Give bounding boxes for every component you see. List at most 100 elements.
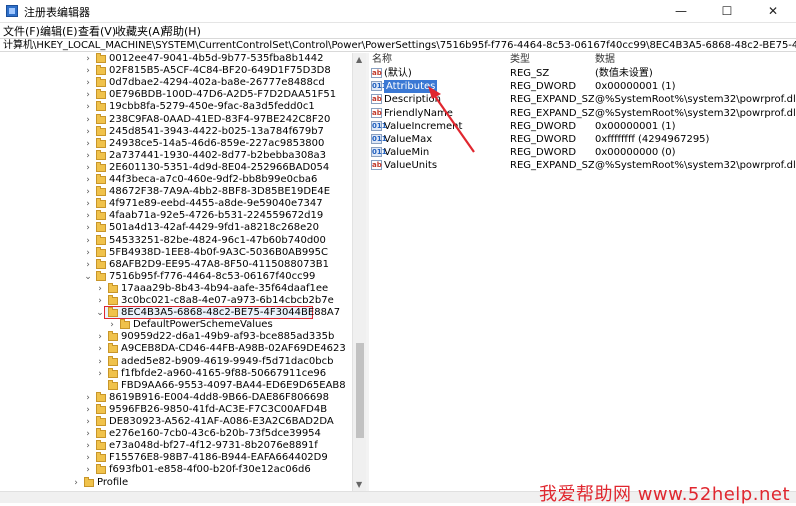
chevron-right-icon[interactable]: › bbox=[84, 89, 92, 101]
scroll-up-arrow-icon[interactable]: ▲ bbox=[356, 55, 362, 64]
chevron-right-icon[interactable]: › bbox=[108, 319, 116, 331]
close-button[interactable]: ✕ bbox=[750, 0, 796, 22]
menu-help[interactable]: 帮助(H) bbox=[162, 23, 201, 39]
chevron-right-icon[interactable]: › bbox=[96, 283, 104, 295]
value-row[interactable]: ab ValueUnits REG_EXPAND_SZ @%SystemRoot%\s… bbox=[369, 159, 796, 172]
chevron-right-icon[interactable]: › bbox=[84, 259, 92, 271]
chevron-right-icon[interactable]: › bbox=[84, 65, 92, 77]
tree-node[interactable]: › 4faab71a-92e5-4726-b531-224559672d19 bbox=[0, 210, 352, 222]
value-row[interactable]: ab Description REG_EXPAND_SZ @%SystemRoot%\… bbox=[369, 93, 796, 106]
tree-vertical-scrollbar[interactable]: ▲ ▼ bbox=[352, 53, 366, 491]
chevron-right-icon[interactable]: › bbox=[84, 186, 92, 198]
tree-node[interactable]: ⌄ 7516b95f-f776-4464-8c53-06167f40cc99 bbox=[0, 270, 352, 283]
chevron-right-icon[interactable]: › bbox=[84, 428, 92, 440]
string-value-icon: ab bbox=[371, 94, 382, 105]
chevron-right-icon[interactable]: › bbox=[96, 295, 104, 307]
menu-file[interactable]: 文件(F) bbox=[3, 23, 40, 39]
tree-node[interactable]: › 17aaa29b-8b43-4b94-aafe-35f64daaf1ee bbox=[0, 282, 352, 295]
minimize-button[interactable]: — bbox=[658, 0, 704, 22]
scroll-thumb[interactable] bbox=[356, 343, 364, 438]
chevron-right-icon[interactable]: › bbox=[96, 331, 104, 343]
chevron-right-icon[interactable]: › bbox=[84, 77, 92, 89]
chevron-right-icon[interactable]: › bbox=[72, 477, 80, 489]
chevron-right-icon[interactable]: › bbox=[84, 210, 92, 222]
value-row[interactable]: 011 ValueIncrement REG_DWORD 0x00000001 (1) bbox=[369, 120, 796, 133]
tree-node[interactable]: FBD9AA66-9553-4097-BA44-ED6E9D65EAB8 bbox=[0, 379, 352, 392]
chevron-right-icon[interactable]: › bbox=[96, 343, 104, 355]
tree-node[interactable]: › e276e160-7cb0-43c6-b20b-73f5dce39954 bbox=[0, 428, 352, 440]
chevron-right-icon[interactable]: › bbox=[84, 174, 92, 186]
value-row[interactable]: ab (默认) REG_SZ (数值未设置) bbox=[369, 67, 796, 80]
tree-node[interactable]: › DE830923-A562-41AF-A086-E3A2C6BAD2DA bbox=[0, 416, 352, 428]
chevron-right-icon[interactable]: › bbox=[84, 452, 92, 464]
tree-node[interactable]: › 44f3beca-a7c0-460e-9df2-bb8b99e0cba6 bbox=[0, 174, 352, 186]
tree-node[interactable]: › 19cbb8fa-5279-450e-9fac-8a3d5fedd0c1 bbox=[0, 101, 352, 113]
tree-node[interactable]: › F15576E8-98B7-4186-B944-EAFA664402D9 bbox=[0, 452, 352, 464]
menu-favorites[interactable]: 收藏夹(A) bbox=[115, 23, 164, 39]
tree-node-label: 501a4d13-42af-4429-9fd1-a8218c268e20 bbox=[109, 222, 319, 234]
address-bar[interactable]: 计算机\HKEY_LOCAL_MACHINE\SYSTEM\CurrentCon… bbox=[0, 38, 796, 52]
chevron-right-icon[interactable]: › bbox=[84, 53, 92, 65]
chevron-right-icon[interactable]: › bbox=[96, 368, 104, 380]
chevron-right-icon[interactable]: › bbox=[84, 235, 92, 247]
tree-node[interactable]: › A9CEB8DA-CD46-44FB-A98B-02AF69DE4623 bbox=[0, 343, 352, 355]
tree-node[interactable]: › 68AFB2D9-EE95-47A8-8F50-4115088073B1 bbox=[0, 258, 352, 271]
tree-node[interactable]: › f1fbfde2-a960-4165-9f88-50667911ce96 bbox=[0, 367, 352, 380]
column-header-name[interactable]: 名称 bbox=[372, 53, 392, 66]
chevron-right-icon[interactable]: › bbox=[84, 114, 92, 126]
tree-node[interactable]: › 4f971e89-eebd-4455-a8de-9e59040e7347 bbox=[0, 198, 352, 210]
tree-node[interactable]: › 2a737441-1930-4402-8d77-b2bebba308a3 bbox=[0, 149, 352, 162]
chevron-right-icon[interactable]: › bbox=[84, 222, 92, 234]
chevron-right-icon[interactable]: › bbox=[84, 247, 92, 259]
chevron-down-icon[interactable]: ⌄ bbox=[96, 307, 104, 319]
value-row[interactable]: ab FriendlyName REG_EXPAND_SZ @%SystemRoot%… bbox=[369, 107, 796, 120]
tree-node[interactable]: › 8619B916-E004-4dd8-9B66-DAE86F806698 bbox=[0, 391, 352, 404]
chevron-right-icon[interactable]: › bbox=[84, 416, 92, 428]
tree-node[interactable]: › 245d8541-3943-4422-b025-13a784f679b7 bbox=[0, 125, 352, 138]
chevron-right-icon[interactable]: › bbox=[84, 162, 92, 174]
tree-node[interactable]: › 3c0bc021-c8a8-4e07-a973-6b14cbcb2b7e bbox=[0, 295, 352, 307]
tree-node[interactable]: › aded5e82-b909-4619-9949-f5d71dac0bcb bbox=[0, 355, 352, 368]
tree-node[interactable]: › 5FB4938D-1EE8-4b0f-9A3C-5036B0AB995C bbox=[0, 246, 352, 259]
chevron-right-icon[interactable]: › bbox=[84, 101, 92, 113]
menu-edit[interactable]: 编辑(E) bbox=[40, 23, 78, 39]
tree-node[interactable]: › 0E796BDB-100D-47D6-A2D5-F7D2DAA51F51 bbox=[0, 89, 352, 101]
tree-node[interactable]: › 2E601130-5351-4d9d-8E04-252966BAD054 bbox=[0, 161, 352, 174]
chevron-right-icon[interactable]: › bbox=[84, 464, 92, 476]
tree-node[interactable]: › 238C9FA8-0AAD-41ED-83F4-97BE242C8F20 bbox=[0, 113, 352, 126]
tree-node[interactable]: › 9596FB26-9850-41fd-AC3E-F7C3C00AFD4B bbox=[0, 403, 352, 416]
chevron-right-icon[interactable]: › bbox=[84, 138, 92, 150]
tree-node[interactable]: › 501a4d13-42af-4429-9fd1-a8218c268e20 bbox=[0, 222, 352, 234]
column-header-type[interactable]: 类型 bbox=[510, 53, 530, 66]
folder-icon bbox=[96, 258, 106, 269]
tree-node[interactable]: › e73a048d-bf27-4f12-9731-8b2076e8891f bbox=[0, 440, 352, 452]
tree-node[interactable]: › Profile bbox=[0, 476, 352, 489]
value-row[interactable]: 011 ValueMax REG_DWORD 0xffffffff (42949672… bbox=[369, 133, 796, 146]
menu-view[interactable]: 查看(V) bbox=[78, 23, 116, 39]
chevron-right-icon[interactable]: › bbox=[84, 440, 92, 452]
folder-icon bbox=[96, 186, 106, 197]
column-header-data[interactable]: 数据 bbox=[595, 53, 615, 66]
tree-node[interactable]: › 02F815B5-A5CF-4C84-BF20-649D1F75D3D8 bbox=[0, 65, 352, 77]
maximize-button[interactable]: ☐ bbox=[704, 0, 750, 22]
folder-icon bbox=[96, 161, 106, 172]
chevron-down-icon[interactable]: ⌄ bbox=[84, 271, 92, 283]
chevron-right-icon[interactable]: › bbox=[96, 356, 104, 368]
tree-node[interactable]: › DefaultPowerSchemeValues bbox=[0, 319, 352, 331]
value-row[interactable]: 011 Attributes REG_DWORD 0x00000001 (1) bbox=[369, 80, 796, 94]
tree-node[interactable]: › 54533251-82be-4824-96c1-47b60b740d00 bbox=[0, 234, 352, 247]
value-row[interactable]: 011 ValueMin REG_DWORD 0x00000000 (0) bbox=[369, 146, 796, 159]
scroll-down-arrow-icon[interactable]: ▼ bbox=[356, 480, 362, 489]
tree-node-selected[interactable]: ⌄ 8EC4B3A5-6868-48c2-BE75-4F3044BE88A7 bbox=[0, 307, 352, 319]
tree-node[interactable]: › 0012ee47-9041-4b5d-9b77-535fba8b1442 bbox=[0, 53, 352, 65]
tree-node[interactable]: › 24938ce5-14a5-46d6-859e-227ac9853800 bbox=[0, 137, 352, 150]
tree-node[interactable]: › 0d7dbae2-4294-402a-ba8e-26777e8488cd bbox=[0, 77, 352, 89]
tree-node[interactable]: › 48672F38-7A9A-4bb2-8BF8-3D85BE19DE4E bbox=[0, 186, 352, 198]
chevron-right-icon[interactable]: › bbox=[84, 126, 92, 138]
tree-node[interactable]: › 90959d22-d6a1-49b9-af93-bce885ad335b bbox=[0, 331, 352, 343]
chevron-right-icon[interactable]: › bbox=[84, 392, 92, 404]
chevron-right-icon[interactable]: › bbox=[84, 198, 92, 210]
chevron-right-icon[interactable]: › bbox=[84, 404, 92, 416]
chevron-right-icon[interactable]: › bbox=[84, 150, 92, 162]
tree-node[interactable]: › f693fb01-e858-4f00-b20f-f30e12ac06d6 bbox=[0, 464, 352, 476]
